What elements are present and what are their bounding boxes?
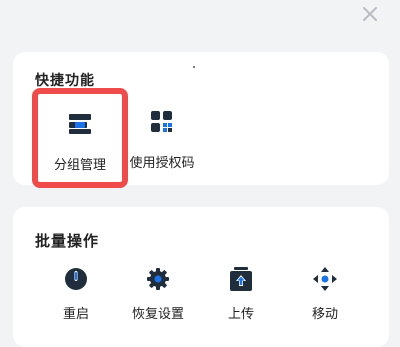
- upload-icon: [227, 265, 255, 293]
- move-button[interactable]: 移动: [290, 265, 360, 322]
- move-icon: [311, 265, 339, 293]
- group-management-button[interactable]: 分组管理: [32, 88, 128, 188]
- auth-code-icon: [148, 108, 176, 136]
- move-label: 移动: [311, 307, 338, 322]
- group-management-icon: [66, 110, 94, 138]
- quick-actions-title: 快捷功能: [35, 73, 95, 89]
- gear-icon: [144, 265, 172, 293]
- close-button[interactable]: [360, 4, 380, 24]
- close-icon: [363, 7, 377, 21]
- restore-settings-button[interactable]: 恢复设置: [123, 265, 193, 322]
- restart-button[interactable]: 重启: [41, 265, 111, 322]
- upload-label: 上传: [227, 307, 254, 322]
- auth-code-button[interactable]: 使用授权码: [124, 108, 200, 171]
- batch-operations-title: 批量操作: [35, 232, 100, 250]
- group-management-label: 分组管理: [53, 158, 106, 173]
- auth-code-label: 使用授权码: [129, 156, 195, 171]
- upload-button[interactable]: 上传: [206, 265, 276, 322]
- restart-label: 重启: [62, 307, 89, 322]
- restore-settings-label: 恢复设置: [131, 307, 184, 322]
- power-icon: [62, 265, 90, 293]
- stray-dot: [193, 66, 195, 68]
